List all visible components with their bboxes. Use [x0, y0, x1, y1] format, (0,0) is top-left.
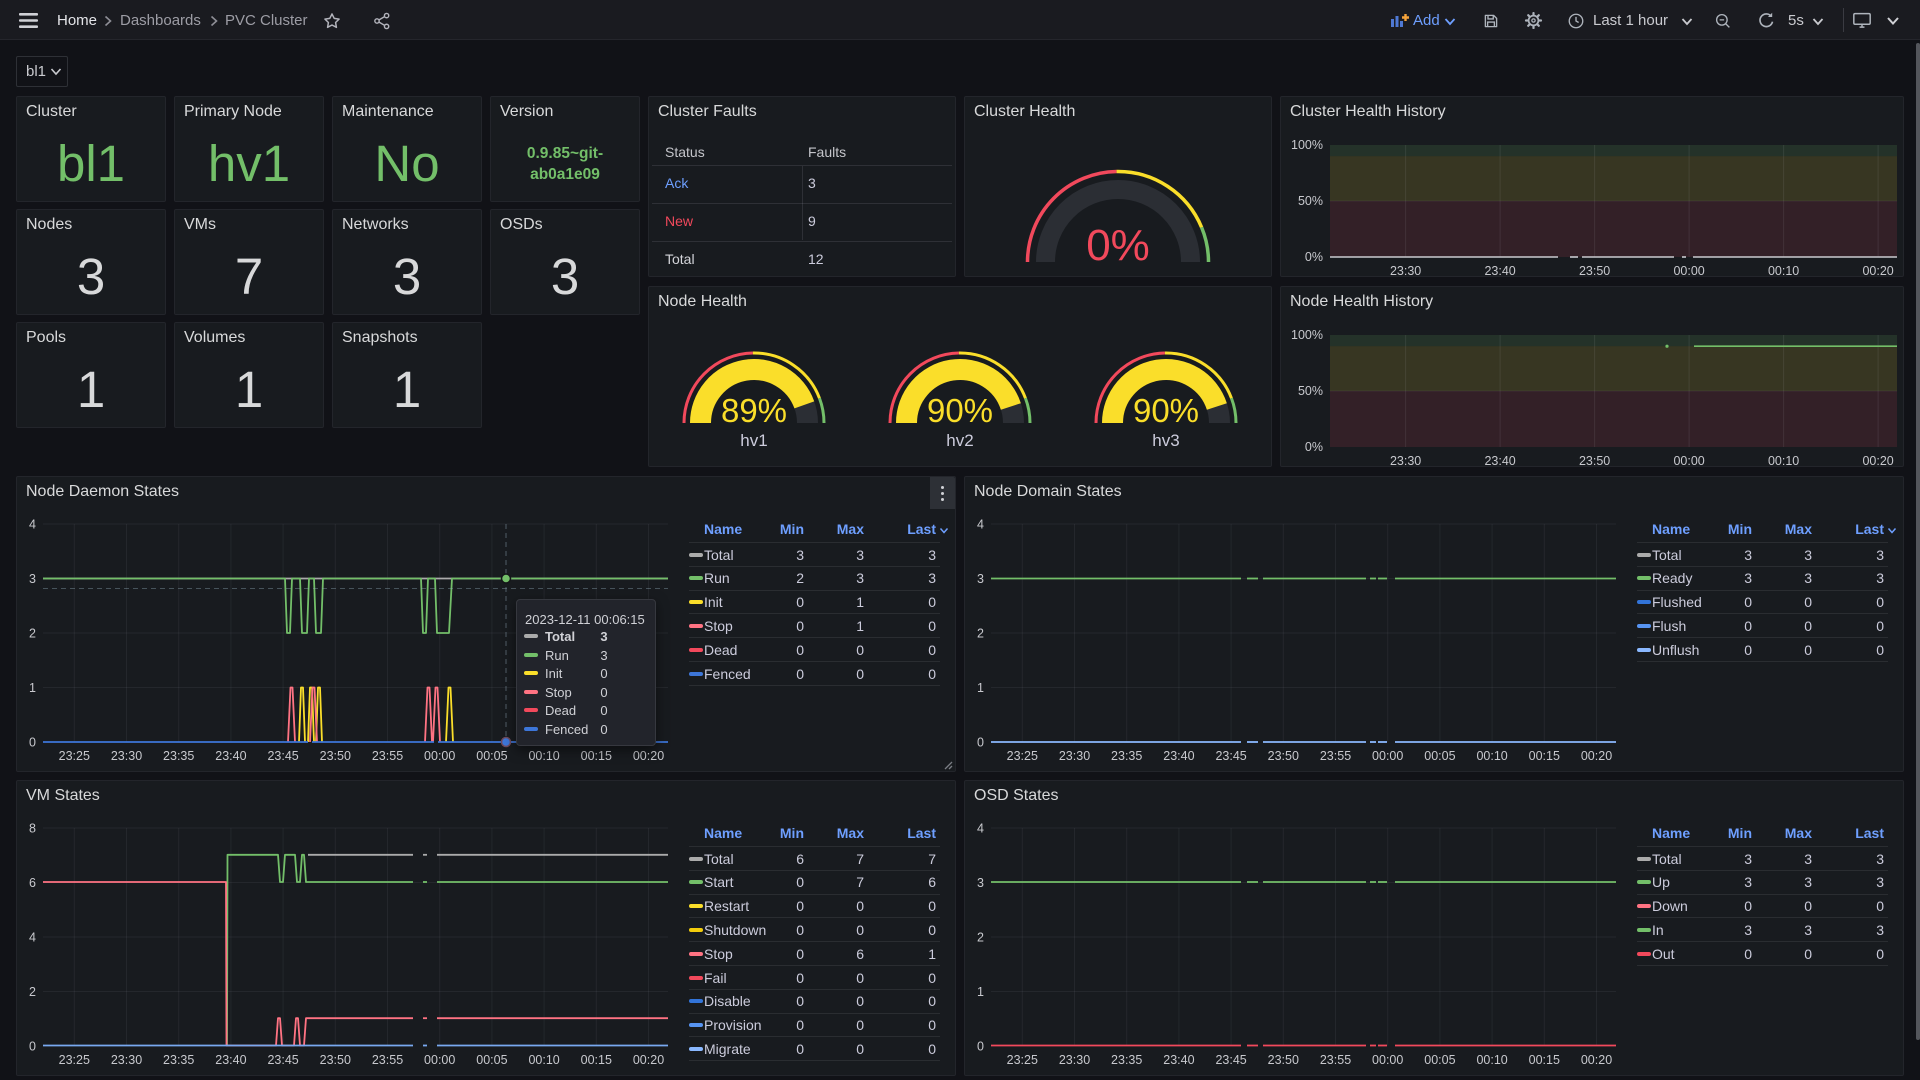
svg-text:23:55: 23:55: [372, 1053, 403, 1067]
svg-text:23:30: 23:30: [111, 749, 142, 763]
svg-text:100%: 100%: [1291, 328, 1323, 342]
svg-text:23:40: 23:40: [215, 1053, 246, 1067]
svg-text:23:50: 23:50: [320, 749, 351, 763]
svg-text:23:55: 23:55: [1320, 1053, 1351, 1067]
svg-text:23:30: 23:30: [111, 1053, 142, 1067]
svg-text:00:05: 00:05: [476, 749, 507, 763]
svg-text:00:20: 00:20: [633, 749, 664, 763]
svg-text:00:15: 00:15: [581, 1053, 612, 1067]
svg-text:00:20: 00:20: [1581, 749, 1612, 763]
svg-text:23:40: 23:40: [215, 749, 246, 763]
svg-text:00:15: 00:15: [1529, 1053, 1560, 1067]
svg-text:23:40: 23:40: [1163, 749, 1194, 763]
svg-text:1: 1: [977, 681, 984, 695]
svg-text:23:30: 23:30: [1390, 454, 1421, 467]
svg-text:23:25: 23:25: [59, 749, 90, 763]
svg-text:00:10: 00:10: [1768, 454, 1799, 467]
svg-text:8: 8: [29, 822, 36, 836]
svg-text:0: 0: [29, 736, 36, 750]
svg-text:90%: 90%: [1133, 392, 1199, 429]
svg-text:23:45: 23:45: [267, 749, 298, 763]
svg-text:00:00: 00:00: [424, 1053, 455, 1067]
svg-text:2: 2: [29, 627, 36, 641]
svg-text:00:15: 00:15: [1529, 749, 1560, 763]
svg-text:00:00: 00:00: [1372, 749, 1403, 763]
svg-text:0%: 0%: [1086, 221, 1150, 270]
svg-text:00:15: 00:15: [581, 749, 612, 763]
svg-text:00:05: 00:05: [1424, 1053, 1455, 1067]
svg-text:00:20: 00:20: [1862, 454, 1893, 467]
svg-text:2: 2: [977, 931, 984, 945]
svg-text:hv1: hv1: [740, 431, 767, 450]
svg-text:0: 0: [977, 736, 984, 750]
svg-text:50%: 50%: [1298, 384, 1323, 398]
svg-text:6: 6: [29, 876, 36, 890]
svg-text:4: 4: [29, 931, 36, 945]
svg-text:hv3: hv3: [1152, 431, 1179, 450]
svg-text:100%: 100%: [1291, 138, 1323, 152]
svg-text:00:10: 00:10: [1476, 749, 1507, 763]
svg-text:23:40: 23:40: [1484, 264, 1515, 277]
svg-text:00:10: 00:10: [528, 1053, 559, 1067]
svg-text:23:25: 23:25: [1007, 749, 1038, 763]
svg-text:0: 0: [29, 1040, 36, 1054]
svg-text:hv2: hv2: [946, 431, 973, 450]
svg-text:23:45: 23:45: [1215, 749, 1246, 763]
svg-text:1: 1: [977, 985, 984, 999]
svg-text:50%: 50%: [1298, 194, 1323, 208]
svg-text:23:25: 23:25: [59, 1053, 90, 1067]
svg-text:2: 2: [977, 627, 984, 641]
svg-text:00:10: 00:10: [1768, 264, 1799, 277]
svg-text:23:50: 23:50: [1268, 749, 1299, 763]
svg-text:23:40: 23:40: [1484, 454, 1515, 467]
svg-text:23:55: 23:55: [1320, 749, 1351, 763]
svg-text:4: 4: [977, 822, 984, 836]
svg-text:00:05: 00:05: [1424, 749, 1455, 763]
svg-text:23:45: 23:45: [267, 1053, 298, 1067]
svg-text:00:00: 00:00: [1673, 454, 1704, 467]
svg-text:00:05: 00:05: [476, 1053, 507, 1067]
svg-text:2: 2: [29, 985, 36, 999]
svg-text:23:40: 23:40: [1163, 1053, 1194, 1067]
svg-text:23:35: 23:35: [1111, 1053, 1142, 1067]
svg-text:1: 1: [29, 681, 36, 695]
svg-text:00:00: 00:00: [1673, 264, 1704, 277]
svg-text:90%: 90%: [927, 392, 993, 429]
svg-text:00:20: 00:20: [1862, 264, 1893, 277]
svg-text:4: 4: [29, 518, 36, 532]
svg-text:23:30: 23:30: [1390, 264, 1421, 277]
svg-text:89%: 89%: [721, 392, 787, 429]
svg-text:00:20: 00:20: [1581, 1053, 1612, 1067]
svg-text:23:35: 23:35: [163, 1053, 194, 1067]
svg-text:23:50: 23:50: [1268, 1053, 1299, 1067]
svg-text:0: 0: [977, 1040, 984, 1054]
svg-text:23:30: 23:30: [1059, 749, 1090, 763]
svg-text:4: 4: [977, 518, 984, 532]
svg-text:23:55: 23:55: [372, 749, 403, 763]
svg-text:23:35: 23:35: [1111, 749, 1142, 763]
svg-text:0%: 0%: [1305, 250, 1323, 264]
svg-text:23:50: 23:50: [320, 1053, 351, 1067]
svg-text:00:10: 00:10: [1476, 1053, 1507, 1067]
svg-text:23:30: 23:30: [1059, 1053, 1090, 1067]
svg-text:00:20: 00:20: [633, 1053, 664, 1067]
svg-text:00:00: 00:00: [424, 749, 455, 763]
svg-text:00:00: 00:00: [1372, 1053, 1403, 1067]
svg-text:23:50: 23:50: [1579, 454, 1610, 467]
svg-text:23:50: 23:50: [1579, 264, 1610, 277]
svg-text:3: 3: [29, 572, 36, 586]
svg-text:23:25: 23:25: [1007, 1053, 1038, 1067]
svg-text:23:45: 23:45: [1215, 1053, 1246, 1067]
svg-text:00:10: 00:10: [528, 749, 559, 763]
svg-text:23:35: 23:35: [163, 749, 194, 763]
svg-text:0%: 0%: [1305, 440, 1323, 454]
svg-text:3: 3: [977, 876, 984, 890]
svg-text:3: 3: [977, 572, 984, 586]
